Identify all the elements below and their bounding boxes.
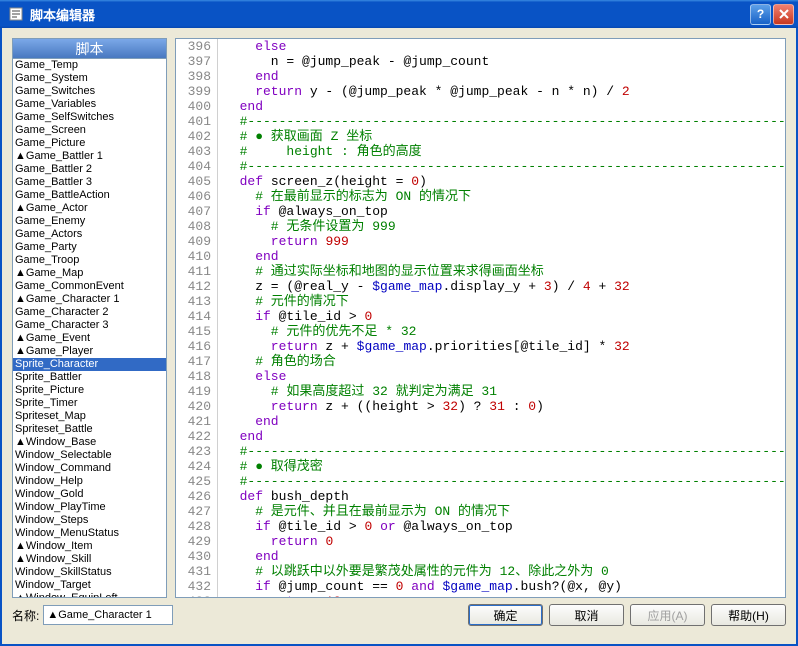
code-line[interactable]: # height : 角色的高度: [224, 144, 785, 159]
app-icon: [8, 6, 24, 22]
list-item[interactable]: Game_Screen: [13, 124, 166, 137]
code-line[interactable]: # 通过实际坐标和地图的显示位置来求得画面坐标: [224, 264, 785, 279]
code-editor[interactable]: 3963973983994004014024034044054064074084…: [175, 38, 786, 598]
code-line[interactable]: end: [224, 549, 785, 564]
titlebar-close-button[interactable]: [773, 4, 794, 25]
script-list-header: 脚本: [12, 38, 167, 58]
code-line[interactable]: def screen_z(height = 0): [224, 174, 785, 189]
list-item[interactable]: ▲Window_Skill: [13, 553, 166, 566]
code-line[interactable]: # 是元件、并且在最前显示为 ON 的情况下: [224, 504, 785, 519]
code-line[interactable]: #---------------------------------------…: [224, 114, 785, 129]
list-item[interactable]: Window_Help: [13, 475, 166, 488]
code-line[interactable]: end: [224, 429, 785, 444]
list-item[interactable]: Game_System: [13, 72, 166, 85]
list-item[interactable]: Game_Battler 2: [13, 163, 166, 176]
code-line[interactable]: # 元件的情况下: [224, 294, 785, 309]
code-line[interactable]: #---------------------------------------…: [224, 444, 785, 459]
code-line[interactable]: # 无条件设置为 999: [224, 219, 785, 234]
code-line[interactable]: if @always_on_top: [224, 204, 785, 219]
code-line[interactable]: end: [224, 414, 785, 429]
code-line[interactable]: # 角色的场合: [224, 354, 785, 369]
code-line[interactable]: if @jump_count == 0 and $game_map.bush?(…: [224, 579, 785, 594]
window-title: 脚本编辑器: [30, 5, 750, 24]
code-line[interactable]: # ● 取得茂密: [224, 459, 785, 474]
list-item[interactable]: Game_Battler 3: [13, 176, 166, 189]
list-item[interactable]: Game_Temp: [13, 59, 166, 72]
line-number-gutter: 3963973983994004014024034044054064074084…: [176, 39, 218, 597]
code-line[interactable]: return 0: [224, 534, 785, 549]
list-item[interactable]: Sprite_Character: [13, 358, 166, 371]
code-line[interactable]: n = @jump_peak - @jump_count: [224, 54, 785, 69]
list-item[interactable]: ▲Game_Actor: [13, 202, 166, 215]
list-item[interactable]: ▲Window_Base: [13, 436, 166, 449]
list-item[interactable]: Sprite_Picture: [13, 384, 166, 397]
footer-row: 名称: 确定 取消 应用(A) 帮助(H): [12, 604, 786, 626]
help-button[interactable]: 帮助(H): [711, 604, 786, 626]
list-item[interactable]: Game_CommonEvent: [13, 280, 166, 293]
list-item[interactable]: Game_Picture: [13, 137, 166, 150]
list-item[interactable]: ▲Game_Battler 1: [13, 150, 166, 163]
code-line[interactable]: # 以跳跃中以外要是繁茂处属性的元件为 12、除此之外为 0: [224, 564, 785, 579]
list-item[interactable]: Window_SkillStatus: [13, 566, 166, 579]
list-item[interactable]: Sprite_Battler: [13, 371, 166, 384]
list-item[interactable]: Game_Variables: [13, 98, 166, 111]
code-line[interactable]: # 元件的优先不足 * 32: [224, 324, 785, 339]
list-item[interactable]: Window_Selectable: [13, 449, 166, 462]
code-line[interactable]: return 12: [224, 594, 785, 597]
list-item[interactable]: Game_Character 2: [13, 306, 166, 319]
list-item[interactable]: Game_SelfSwitches: [13, 111, 166, 124]
list-item[interactable]: Window_PlayTime: [13, 501, 166, 514]
script-list-panel: 脚本 Game_TempGame_SystemGame_SwitchesGame…: [12, 38, 167, 598]
code-line[interactable]: # 如果高度超过 32 就判定为满足 31: [224, 384, 785, 399]
list-item[interactable]: Window_Target: [13, 579, 166, 592]
list-item[interactable]: Sprite_Timer: [13, 397, 166, 410]
list-item[interactable]: ▲Game_Character 1: [13, 293, 166, 306]
list-item[interactable]: ▲Game_Map: [13, 267, 166, 280]
code-line[interactable]: end: [224, 249, 785, 264]
script-list[interactable]: Game_TempGame_SystemGame_SwitchesGame_Va…: [12, 58, 167, 598]
list-item[interactable]: Game_Enemy: [13, 215, 166, 228]
code-body[interactable]: else n = @jump_peak - @jump_count end re…: [218, 39, 785, 597]
code-line[interactable]: else: [224, 39, 785, 54]
list-item[interactable]: Window_Steps: [13, 514, 166, 527]
list-item[interactable]: Spriteset_Map: [13, 410, 166, 423]
code-line[interactable]: end: [224, 69, 785, 84]
list-item[interactable]: ▲Window_EquipLeft: [13, 592, 166, 598]
code-line[interactable]: return z + ((height > 32) ? 31 : 0): [224, 399, 785, 414]
code-line[interactable]: z = (@real_y - $game_map.display_y + 3) …: [224, 279, 785, 294]
apply-button[interactable]: 应用(A): [630, 604, 705, 626]
code-line[interactable]: else: [224, 369, 785, 384]
list-item[interactable]: ▲Game_Player: [13, 345, 166, 358]
ok-button[interactable]: 确定: [468, 604, 543, 626]
name-input[interactable]: [43, 605, 173, 625]
list-item[interactable]: Game_BattleAction: [13, 189, 166, 202]
client-area: 脚本 Game_TempGame_SystemGame_SwitchesGame…: [0, 28, 798, 646]
code-line[interactable]: if @tile_id > 0 or @always_on_top: [224, 519, 785, 534]
list-item[interactable]: Game_Troop: [13, 254, 166, 267]
list-item[interactable]: Spriteset_Battle: [13, 423, 166, 436]
titlebar: 脚本编辑器 ?: [0, 0, 798, 28]
code-line[interactable]: #---------------------------------------…: [224, 159, 785, 174]
list-item[interactable]: Window_Command: [13, 462, 166, 475]
list-item[interactable]: Window_MenuStatus: [13, 527, 166, 540]
code-line[interactable]: if @tile_id > 0: [224, 309, 785, 324]
code-line[interactable]: return z + $game_map.priorities[@tile_id…: [224, 339, 785, 354]
list-item[interactable]: Game_Party: [13, 241, 166, 254]
list-item[interactable]: Game_Actors: [13, 228, 166, 241]
code-line[interactable]: return y - (@jump_peak * @jump_peak - n …: [224, 84, 785, 99]
code-line[interactable]: def bush_depth: [224, 489, 785, 504]
list-item[interactable]: ▲Window_Item: [13, 540, 166, 553]
code-line[interactable]: # 在最前显示的标志为 ON 的情况下: [224, 189, 785, 204]
list-item[interactable]: Game_Character 3: [13, 319, 166, 332]
list-item[interactable]: Window_Gold: [13, 488, 166, 501]
name-label: 名称:: [12, 607, 39, 624]
list-item[interactable]: ▲Game_Event: [13, 332, 166, 345]
code-line[interactable]: # ● 获取画面 Z 坐标: [224, 129, 785, 144]
code-line[interactable]: return 999: [224, 234, 785, 249]
code-line[interactable]: #---------------------------------------…: [224, 474, 785, 489]
code-line[interactable]: end: [224, 99, 785, 114]
list-item[interactable]: Game_Switches: [13, 85, 166, 98]
cancel-button[interactable]: 取消: [549, 604, 624, 626]
titlebar-help-button[interactable]: ?: [750, 4, 771, 25]
